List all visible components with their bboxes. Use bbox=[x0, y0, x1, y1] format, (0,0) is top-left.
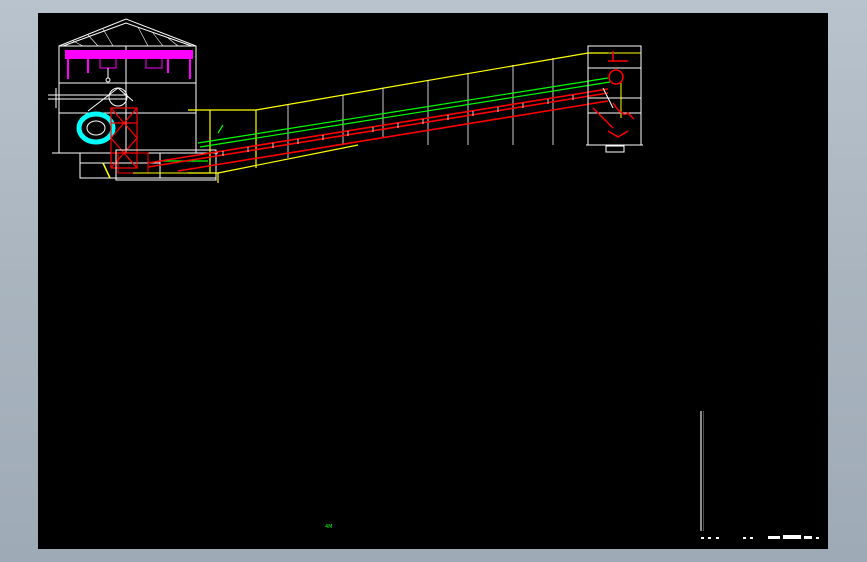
gallery-roof bbox=[188, 52, 608, 111]
left-roof-inner bbox=[62, 22, 193, 47]
conveyor-belt bbox=[163, 77, 611, 162]
overhead-crane bbox=[65, 50, 193, 79]
inclined-gallery bbox=[188, 52, 608, 183]
title-block-row bbox=[701, 535, 819, 539]
discharge-chute bbox=[592, 107, 629, 138]
crusher-drum bbox=[76, 111, 116, 145]
conveyor-gallery-drawing: 4M bbox=[48, 18, 819, 539]
chain-conveyor bbox=[147, 88, 609, 172]
head-house bbox=[586, 45, 643, 153]
scale-mark: 4M bbox=[325, 524, 333, 530]
title-block bbox=[700, 411, 819, 539]
drawing-sheet: 4M bbox=[38, 13, 828, 549]
crane-hook bbox=[105, 68, 111, 83]
support-tower bbox=[110, 107, 138, 169]
